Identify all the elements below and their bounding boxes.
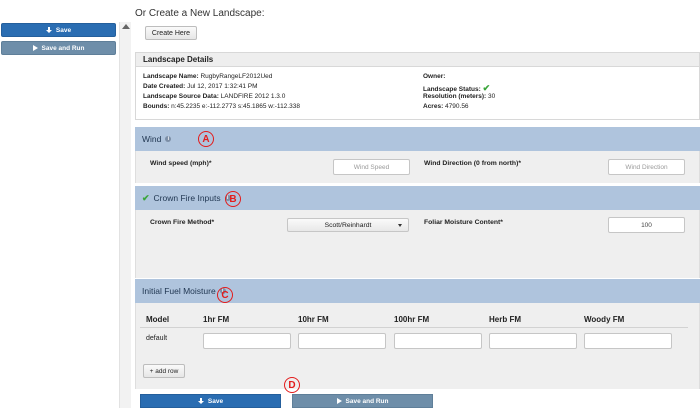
landscape-details-header: Landscape Details [136, 53, 699, 67]
annotation-marker-d: D [284, 377, 300, 393]
chevron-down-icon [398, 224, 402, 227]
download-icon [197, 398, 204, 404]
foliar-moisture-input[interactable]: 100 [608, 217, 685, 233]
source-data-row: Landscape Source Data: LANDFIRE 2012 1.3… [143, 93, 285, 100]
column-header-10hr: 10hr FM [298, 315, 329, 324]
crown-fire-method-value: Scott/Reinhardt [324, 221, 372, 229]
save-label: Save [207, 397, 224, 405]
wind-speed-input[interactable]: Wind Speed [333, 159, 410, 175]
resolution-label: Resolution (meters): [423, 93, 487, 100]
check-icon: ✔ [482, 83, 491, 93]
100hr-fm-input[interactable] [394, 333, 482, 349]
save-run-label: Save and Run [345, 397, 389, 405]
check-icon: ✔ [142, 192, 150, 203]
acres-row: Acres: 4790.56 [423, 103, 469, 110]
column-header-model: Model [146, 315, 170, 324]
owner-label: Owner: [423, 73, 446, 80]
create-landscape-title: Or Create a New Landscape: [135, 8, 265, 19]
status-label: Landscape Status: [423, 86, 481, 93]
row-model-default: default [146, 335, 168, 342]
sidebar-save-run-label: Save and Run [41, 44, 85, 52]
add-row-button[interactable]: + add row [143, 364, 185, 378]
bounds-row: Bounds: n:45.2235 e:-112.2773 s:45.1865 … [143, 103, 300, 110]
sidebar-save-label: Save [55, 26, 72, 34]
date-created-value: Jul 12, 2017 1:32:41 PM [187, 83, 258, 90]
10hr-fm-input[interactable] [298, 333, 386, 349]
wind-section-header[interactable]: Wind i [135, 127, 700, 151]
foliar-moisture-label: Foliar Moisture Content* [424, 219, 503, 226]
column-header-100hr: 100hr FM [394, 315, 430, 324]
column-header-herb: Herb FM [489, 315, 521, 324]
1hr-fm-input[interactable] [203, 333, 291, 349]
create-here-button[interactable]: Create Here [145, 26, 197, 40]
sidebar-save-and-run-button[interactable]: Save and Run [1, 41, 116, 55]
annotation-marker-c: C [217, 287, 233, 303]
crown-fire-method-label: Crown Fire Method* [150, 219, 215, 226]
resolution-value: 30 [488, 93, 496, 100]
wind-direction-input[interactable]: Wind Direction [608, 159, 685, 175]
fuel-moisture-header-label: Initial Fuel Moisture [142, 286, 216, 296]
source-data-label: Landscape Source Data: [143, 93, 219, 100]
landscape-details-panel: Landscape Details Landscape Name: RugbyR… [135, 52, 700, 120]
acres-value: 4790.56 [445, 103, 469, 110]
wind-header-label: Wind [142, 134, 162, 144]
play-icon [32, 45, 38, 51]
scroll-up-arrow-icon[interactable] [122, 24, 130, 29]
info-circle-icon[interactable]: i [165, 136, 172, 142]
crown-fire-section-header[interactable]: ✔ Crown Fire Inputs i [135, 186, 700, 210]
sidebar-save-button[interactable]: Save [1, 23, 116, 37]
woody-fm-input[interactable] [584, 333, 672, 349]
save-and-run-button[interactable]: Save and Run [292, 394, 433, 408]
crown-fire-header-label: Crown Fire Inputs [153, 193, 221, 203]
save-button[interactable]: Save [140, 394, 281, 408]
column-header-woody: Woody FM [584, 315, 625, 324]
annotation-marker-a: A [198, 131, 214, 147]
source-data-value: LANDFIRE 2012 1.3.0 [220, 93, 286, 100]
acres-label: Acres: [423, 103, 444, 110]
owner-row: Owner: [423, 73, 445, 80]
crown-fire-section-body: Crown Fire Method* Scott/Reinhardt Folia… [135, 210, 700, 278]
crown-fire-method-select[interactable]: Scott/Reinhardt [287, 218, 409, 232]
herb-fm-input[interactable] [489, 333, 577, 349]
wind-speed-label: Wind speed (mph)* [150, 160, 212, 167]
date-created-label: Date Created: [143, 83, 186, 90]
left-sidebar: Save Save and Run [0, 0, 118, 408]
bounds-label: Bounds: [143, 103, 170, 110]
wind-direction-label: Wind Direction (0 from north)* [424, 160, 521, 167]
download-icon [45, 27, 52, 33]
annotation-marker-b: B [225, 191, 241, 207]
wind-section-body: Wind speed (mph)* Wind Speed Wind Direct… [135, 151, 700, 183]
landscape-name-row: Landscape Name: RugbyRangeLF2012Ued [143, 73, 272, 80]
resolution-row: Resolution (meters): 30 [423, 93, 495, 100]
table-divider [140, 327, 688, 328]
bounds-value: n:45.2235 e:-112.2773 s:45.1865 w:-112.3… [171, 103, 300, 110]
landscape-name-label: Landscape Name: [143, 73, 199, 80]
landscape-name-value: RugbyRangeLF2012Ued [200, 73, 273, 80]
scrollbar[interactable] [119, 22, 131, 408]
date-created-row: Date Created: Jul 12, 2017 1:32:41 PM [143, 83, 258, 90]
column-header-1hr: 1hr FM [203, 315, 230, 324]
play-icon [336, 398, 342, 404]
main-content: Or Create a New Landscape: Create Here L… [133, 0, 700, 408]
